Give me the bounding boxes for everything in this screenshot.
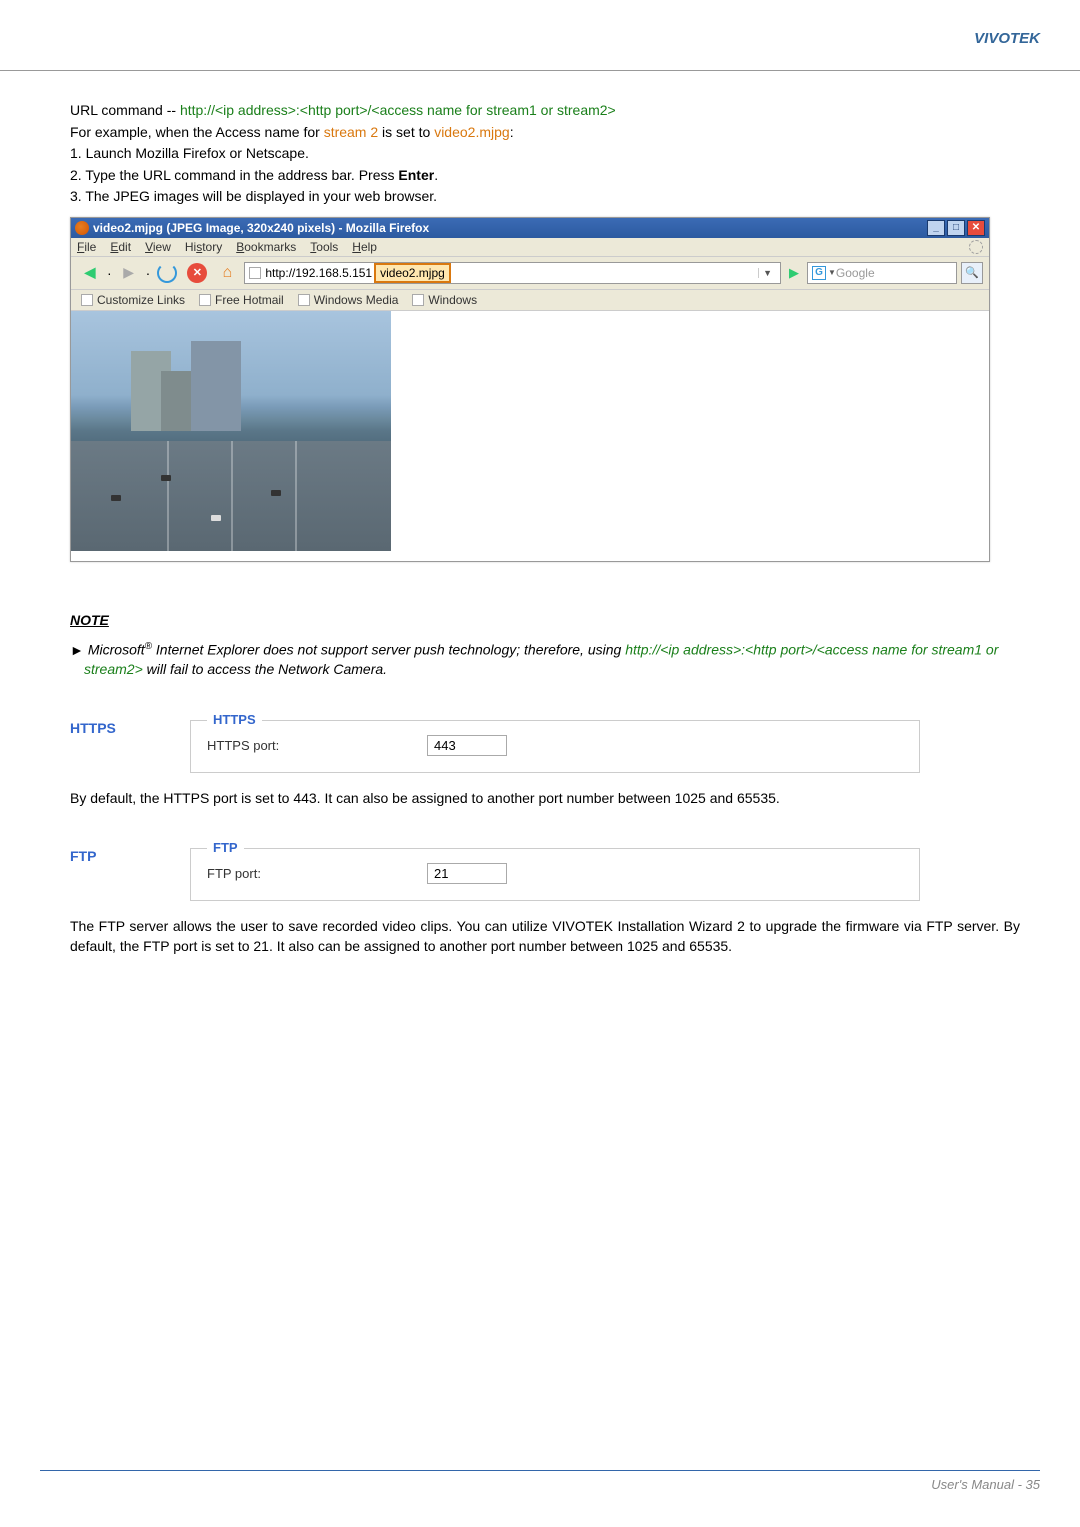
brand-text: VIVOTEK <box>974 30 1040 47</box>
google-icon: G <box>812 266 826 280</box>
example-suffix: : <box>510 124 514 140</box>
step1: 1. Launch Mozilla Firefox or Netscape. <box>70 144 1020 164</box>
note-paragraph: ►Microsoft® Internet Explorer does not s… <box>70 640 1020 680</box>
nav-sep2: · <box>146 265 151 281</box>
page-content: URL command -- http://<ip address>:<http… <box>0 71 1080 957</box>
reload-icon <box>157 263 177 283</box>
filename-text: video2.mjpg <box>434 124 510 140</box>
menu-view[interactable]: View <box>145 240 171 254</box>
https-row: HTTPS port: <box>207 735 903 756</box>
buildings <box>131 331 251 431</box>
browser-viewport <box>71 311 989 561</box>
home-button[interactable]: ⌂ <box>214 261 240 285</box>
note-arrow: ► <box>70 642 84 658</box>
note-prefix: Microsoft <box>88 642 145 658</box>
window-buttons: _ □ ✕ <box>927 220 985 236</box>
https-legend: HTTPS <box>207 712 262 727</box>
url-highlight: video2.mjpg <box>374 263 451 283</box>
ftp-port-label: FTP port: <box>207 866 427 881</box>
ftp-legend: FTP <box>207 840 244 855</box>
reload-button[interactable] <box>154 261 180 285</box>
search-box[interactable]: G ▼ Google <box>807 262 957 284</box>
addr-dropdown-icon[interactable]: ▼ <box>758 268 776 278</box>
bookmark-icon <box>412 294 424 306</box>
video-stream-image <box>71 311 391 551</box>
menu-file[interactable]: File <box>77 240 96 254</box>
navigation-toolbar: ◀ · ▶ · ✕ ⌂ http://192.168.5.151video2.m… <box>71 257 989 290</box>
window-title: video2.mjpg (JPEG Image, 320x240 pixels)… <box>93 221 429 235</box>
back-button[interactable]: ◀ <box>77 261 103 285</box>
titlebar-left: video2.mjpg (JPEG Image, 320x240 pixels)… <box>75 221 429 235</box>
bookmark-hotmail[interactable]: Free Hotmail <box>199 293 284 307</box>
page-header: VIVOTEK <box>0 0 1080 70</box>
menubar: File Edit View History Bookmarks Tools H… <box>71 238 989 257</box>
note-heading: NOTE <box>70 612 1020 628</box>
ftp-port-input[interactable] <box>427 863 507 884</box>
close-button[interactable]: ✕ <box>967 220 985 236</box>
https-port-label: HTTPS port: <box>207 738 427 753</box>
url-cmd-prefix: URL command -- <box>70 102 180 118</box>
example-line: For example, when the Access name for st… <box>70 123 1020 143</box>
go-button[interactable]: ▶ <box>785 265 803 281</box>
stop-button[interactable]: ✕ <box>184 261 210 285</box>
search-button[interactable]: 🔍 <box>961 262 983 284</box>
note-mid: Internet Explorer does not support serve… <box>152 642 625 658</box>
url-command-line: URL command -- http://<ip address>:<http… <box>70 101 1020 121</box>
url-cmd: http://<ip address>:<http port>/<access … <box>180 102 616 118</box>
step2: 2. Type the URL command in the address b… <box>70 166 1020 186</box>
https-config-box: HTTPS HTTPS port: <box>190 720 920 773</box>
forward-icon: ▶ <box>123 264 134 281</box>
forward-button[interactable]: ▶ <box>116 261 142 285</box>
bookmark-winmedia[interactable]: Windows Media <box>298 293 399 307</box>
menu-history[interactable]: History <box>185 240 222 254</box>
page-footer: User's Manual - 35 <box>0 1470 1080 1492</box>
menubar-items: File Edit View History Bookmarks Tools H… <box>77 240 377 254</box>
step2b: Enter <box>398 167 434 183</box>
maximize-button[interactable]: □ <box>947 220 965 236</box>
throbber-icon <box>969 240 983 254</box>
step3: 3. The JPEG images will be displayed in … <box>70 187 1020 207</box>
step2c: . <box>434 167 438 183</box>
bookmark-windows[interactable]: Windows <box>412 293 477 307</box>
bookmark-icon <box>298 294 310 306</box>
footer-text: User's Manual - 35 <box>40 1471 1040 1492</box>
stream-text: stream 2 <box>324 124 378 140</box>
note-suffix: will fail to access the Network Camera. <box>143 661 387 677</box>
firefox-window: video2.mjpg (JPEG Image, 320x240 pixels)… <box>70 217 990 562</box>
search-dropdown-icon[interactable]: ▼ <box>828 268 836 277</box>
reg-mark: ® <box>145 641 152 652</box>
example-mid: is set to <box>378 124 434 140</box>
ftp-desc: The FTP server allows the user to save r… <box>70 917 1020 956</box>
road <box>71 441 391 551</box>
stop-icon: ✕ <box>187 263 207 283</box>
bookmark-customize[interactable]: Customize Links <box>81 293 185 307</box>
minimize-button[interactable]: _ <box>927 220 945 236</box>
page-icon <box>249 267 261 279</box>
address-bar[interactable]: http://192.168.5.151video2.mjpg ▼ <box>244 262 781 284</box>
menu-edit[interactable]: Edit <box>110 240 131 254</box>
firefox-icon <box>75 221 89 235</box>
ftp-config-box: FTP FTP port: <box>190 848 920 901</box>
bookmark-icon <box>81 294 93 306</box>
menu-bookmarks[interactable]: Bookmarks <box>236 240 296 254</box>
url-text: http://192.168.5.151 <box>265 266 372 280</box>
ftp-row: FTP port: <box>207 863 903 884</box>
menu-help[interactable]: Help <box>352 240 377 254</box>
bookmark-icon <box>199 294 211 306</box>
example-prefix: For example, when the Access name for <box>70 124 324 140</box>
https-desc: By default, the HTTPS port is set to 443… <box>70 789 1020 809</box>
step2a: 2. Type the URL command in the address b… <box>70 167 398 183</box>
menu-tools[interactable]: Tools <box>310 240 338 254</box>
https-port-input[interactable] <box>427 735 507 756</box>
bookmarks-toolbar: Customize Links Free Hotmail Windows Med… <box>71 290 989 311</box>
home-icon: ⌂ <box>223 264 233 282</box>
titlebar: video2.mjpg (JPEG Image, 320x240 pixels)… <box>71 218 989 238</box>
back-icon: ◀ <box>85 264 96 281</box>
nav-sep: · <box>107 265 112 281</box>
search-placeholder: Google <box>836 266 952 280</box>
